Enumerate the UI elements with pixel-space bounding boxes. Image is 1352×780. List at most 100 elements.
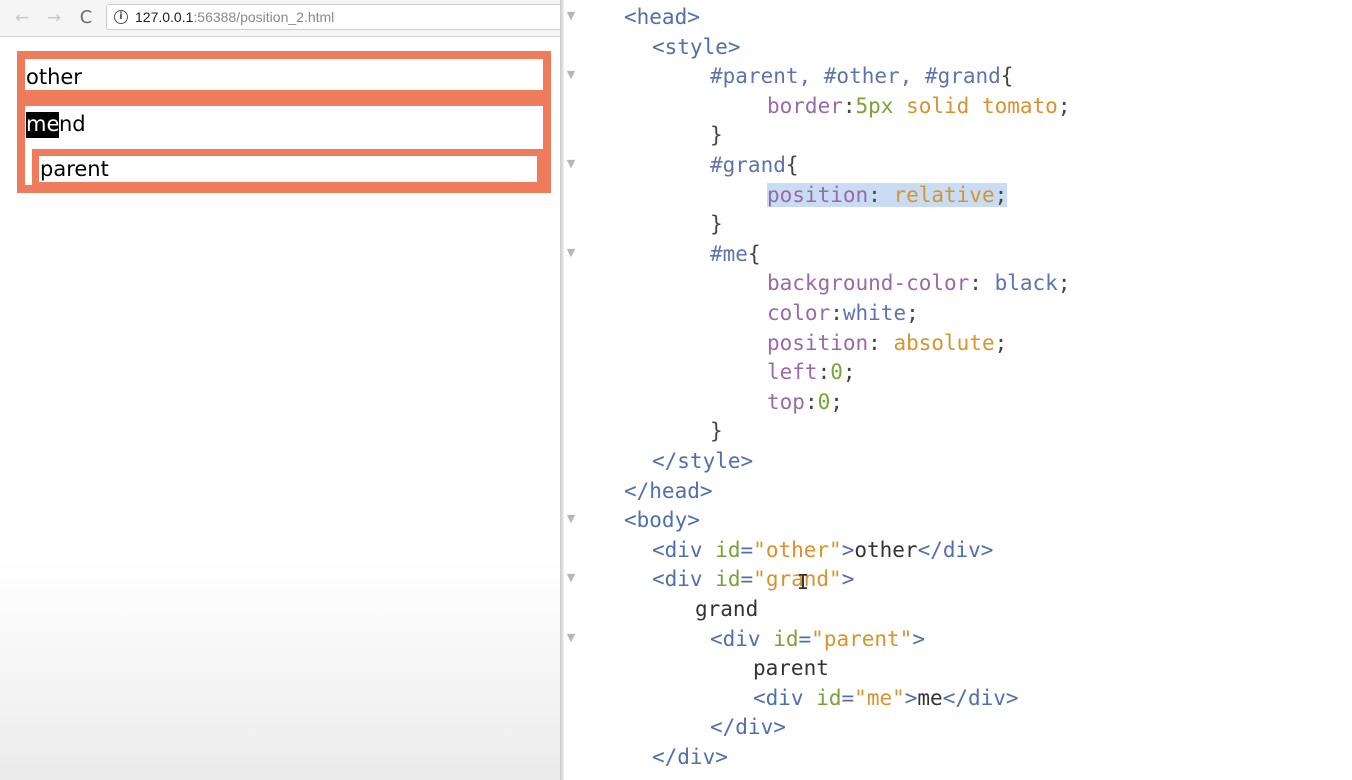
text-cursor-icon: I — [797, 570, 810, 594]
code-line[interactable]: grand — [695, 595, 758, 624]
code-line-content: background-color: black; — [767, 271, 1070, 295]
code-token: { — [785, 153, 799, 177]
code-line[interactable]: background-color: black; — [767, 269, 1070, 298]
code-token: ; — [906, 301, 919, 325]
back-button[interactable]: ← — [12, 8, 32, 28]
fold-arrow-icon[interactable]: ▼ — [564, 157, 578, 170]
parent-text: parent — [40, 157, 109, 181]
code-line[interactable]: <body> — [624, 506, 700, 535]
code-token: : — [868, 330, 894, 355]
code-line[interactable]: border:5px solid tomato; — [767, 92, 1070, 121]
code-line[interactable]: #parent, #other, #grand{ — [710, 62, 1013, 91]
parent-div: parent — [32, 149, 544, 189]
code-line[interactable]: position: absolute; — [767, 329, 1007, 358]
code-line[interactable]: parent — [753, 654, 829, 683]
code-line[interactable]: </head> — [624, 477, 713, 506]
me-div: me — [26, 112, 60, 138]
reload-button[interactable]: C — [76, 8, 96, 28]
code-token: { — [1000, 64, 1014, 89]
code-line[interactable]: top:0; — [767, 388, 843, 417]
fold-arrow-icon[interactable]: ▼ — [564, 246, 578, 259]
code-line[interactable]: } — [710, 121, 723, 150]
code-line-content: top:0; — [767, 390, 843, 414]
code-line-content: grand — [695, 597, 758, 621]
code-line[interactable]: #me{ — [710, 240, 761, 269]
code-token: 0 — [830, 360, 843, 385]
code-token: position — [767, 330, 869, 355]
browser-window: ← → C i 127.0.0.1:56388/position_2.html … — [0, 0, 562, 780]
code-token: > — [841, 537, 855, 562]
code-line[interactable]: </div> — [652, 743, 728, 772]
code-line[interactable]: #grand{ — [710, 151, 799, 180]
code-line[interactable]: <style> — [652, 33, 741, 62]
code-token: me — [917, 685, 943, 710]
code-token: </head> — [624, 478, 713, 503]
code-token: <div — [652, 537, 716, 562]
fold-arrow-icon[interactable]: ▼ — [564, 512, 578, 525]
code-token: = — [798, 626, 812, 651]
info-icon[interactable]: i — [114, 10, 128, 24]
code-line[interactable]: </div> — [710, 713, 786, 742]
code-token: : — [804, 389, 818, 414]
code-line[interactable]: <div id="parent"> — [710, 625, 925, 654]
fold-arrow-icon[interactable]: ▼ — [564, 571, 578, 584]
fold-arrow-icon[interactable]: ▼ — [564, 68, 578, 81]
code-line-content: parent — [753, 656, 829, 680]
code-token: black — [994, 271, 1058, 296]
code-token: > — [904, 685, 918, 710]
code-line[interactable]: position: relative; — [767, 181, 1008, 210]
code-line[interactable]: <div id="me">me</div> — [753, 684, 1019, 713]
code-token: </div> — [917, 537, 994, 562]
code-line[interactable]: <div id="grand"> — [652, 565, 854, 594]
code-line[interactable]: <head> — [624, 3, 700, 32]
code-line-content: #me{ — [710, 242, 761, 266]
code-line-content: <body> — [624, 508, 700, 532]
code-line[interactable]: color:white; — [767, 299, 919, 328]
code-token: <body> — [624, 508, 700, 533]
code-line[interactable]: left:0; — [767, 358, 856, 387]
code-editor[interactable]: ▼ ▼ ▼ ▼ ▼ ▼ ▼ <head> <style> #parent, #other, #g… — [564, 0, 1352, 780]
code-token: id — [715, 537, 741, 562]
code-token: </style> — [652, 449, 754, 473]
code-token: { — [747, 241, 761, 266]
code-token: : — [969, 271, 995, 296]
code-token: </div> — [942, 685, 1019, 710]
code-line-content: border:5px solid tomato; — [767, 94, 1070, 118]
code-token: #me — [710, 241, 748, 266]
code-token: } — [710, 123, 723, 148]
url-path: :56388/position_2.html — [193, 9, 335, 25]
fold-arrow-icon[interactable]: ▼ — [564, 9, 578, 22]
code-token: > — [841, 567, 855, 592]
code-line-content: } — [710, 212, 723, 236]
code-token: : — [842, 93, 856, 118]
code-line[interactable]: <div id="other">other</div> — [652, 536, 993, 565]
code-line[interactable]: </style> — [652, 447, 753, 476]
code-token: id — [773, 626, 799, 651]
code-line-content: #grand{ — [710, 153, 799, 177]
code-token: ; — [994, 182, 1008, 207]
code-token: 5px — [855, 93, 907, 118]
code-token: <div — [652, 567, 716, 592]
code-token: </div> — [710, 715, 786, 740]
code-line[interactable]: } — [710, 210, 723, 239]
code-token: position — [767, 182, 869, 207]
address-bar[interactable]: i 127.0.0.1:56388/position_2.html — [106, 4, 562, 30]
code-token: <div — [710, 626, 774, 651]
fold-arrow-icon[interactable]: ▼ — [564, 631, 578, 644]
code-line[interactable]: } — [710, 417, 723, 446]
code-token: ; — [830, 389, 843, 414]
code-token: top — [767, 389, 805, 414]
code-line-content: <style> — [652, 35, 741, 59]
code-line-content: <div id="me">me</div> — [753, 686, 1019, 710]
grand-div: nd me parent — [17, 98, 551, 193]
code-line-content: <div id="grand"> — [652, 567, 854, 591]
code-token: left — [767, 360, 818, 385]
code-token: ; — [1057, 271, 1071, 296]
url-text[interactable]: 127.0.0.1:56388/position_2.html — [135, 9, 334, 25]
code-token: <style> — [652, 34, 741, 59]
code-token: ; — [994, 330, 1008, 355]
forward-button[interactable]: → — [44, 8, 64, 28]
code-token: white — [842, 301, 907, 325]
other-text: other — [26, 65, 82, 89]
code-line-content: position: absolute; — [767, 331, 1007, 355]
